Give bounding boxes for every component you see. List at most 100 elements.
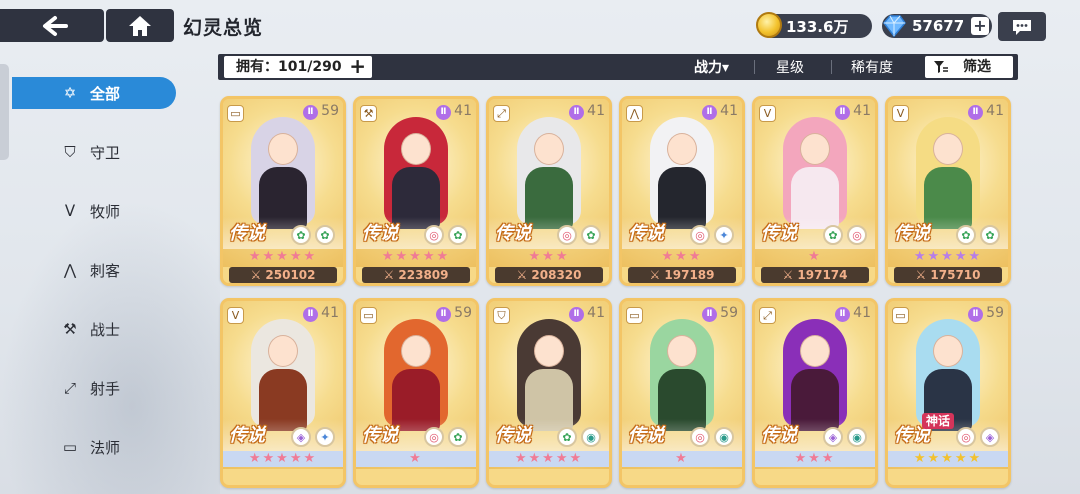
book-icon: ▭ — [62, 438, 78, 456]
bow-icon: ⤢ — [63, 379, 76, 397]
back-button[interactable] — [0, 9, 104, 42]
level-icon: Ⅱ — [835, 105, 850, 120]
sidebar-item-priest[interactable]: ᐯ 牧师 — [12, 195, 176, 227]
rarity-label: 传说 — [229, 425, 265, 446]
sidebar-item-label: 牧师 — [90, 202, 121, 221]
level-icon: Ⅱ — [569, 307, 584, 322]
hero-illustration — [777, 117, 853, 229]
star-rating: ★★★★★ — [381, 249, 451, 264]
hero-face — [800, 335, 830, 367]
star-rating: ★★★★★ — [888, 451, 1008, 467]
hero-card[interactable]: ▭ Ⅱ 59 传说 ◎ ✿ ★ — [353, 298, 479, 488]
star-rating: ★ — [356, 451, 476, 467]
fire-element-icon: ◎ — [690, 427, 710, 447]
hero-card[interactable]: ▭ Ⅱ 59 传说 ◎ ◉ ★ — [619, 298, 745, 488]
divider — [754, 60, 755, 74]
hero-face — [534, 335, 564, 367]
hero-level: 41 — [587, 103, 605, 119]
expand-slots-button[interactable]: + — [349, 56, 366, 77]
rarity-label: 传说 — [628, 223, 664, 244]
ice-element-icon: ✦ — [315, 427, 335, 447]
wind-element-icon: ✿ — [448, 225, 468, 245]
hero-level: 59 — [720, 305, 738, 321]
axe-icon: ⚒ — [63, 320, 77, 338]
water-element-icon: ◉ — [847, 427, 867, 447]
wind-element-icon: ✿ — [315, 225, 335, 245]
wind-element-icon: ✿ — [823, 225, 843, 245]
fire-element-icon: ◎ — [557, 225, 577, 245]
book-icon: ▭ — [227, 105, 244, 122]
sidebar-item-warrior[interactable]: ⚒ 战士 — [12, 313, 176, 345]
fire-element-icon: ◎ — [690, 225, 710, 245]
sidebar-item-label: 射手 — [90, 379, 121, 398]
combat-power: ⚔ 250102 — [229, 267, 337, 283]
sidebar-item-assassin[interactable]: ⋀ 刺客 — [12, 254, 176, 286]
hero-face — [933, 133, 963, 165]
sidebar-item-label: 全部 — [90, 84, 121, 103]
level-icon: Ⅱ — [436, 307, 451, 322]
hero-level: 41 — [986, 103, 1004, 119]
wind-element-icon: ✿ — [956, 225, 976, 245]
star-all-icon: ✡ — [63, 84, 77, 102]
hero-card[interactable]: ⋀ Ⅱ 41 传说 ◎ ✦ ★★★ ⚔ 197189 — [619, 96, 745, 286]
fire-element-icon: ◎ — [847, 225, 867, 245]
combat-power: ⚔ 223809 — [362, 267, 470, 283]
rarity-label: 传说 — [761, 425, 797, 446]
light-element-icon: ◈ — [980, 427, 1000, 447]
hero-card[interactable]: ⚒ Ⅱ 41 传说 ◎ ✿ ★★★★★ ⚔ 223809 — [353, 96, 479, 286]
sort-power-tab[interactable]: 战力▾ — [694, 57, 729, 77]
filter-button[interactable]: 筛选 — [925, 56, 1013, 78]
hero-face — [268, 133, 298, 165]
combat-power-value: 223809 — [398, 268, 449, 282]
hero-face — [667, 133, 697, 165]
hero-card[interactable]: ▭ Ⅱ 59 传说 ✿ ✿ ★★★★★ ⚔ 250102 — [220, 96, 346, 286]
sort-star-tab[interactable]: 星级 — [776, 57, 804, 77]
hero-card[interactable]: ᐯ Ⅱ 41 传说 ✿ ✿ ★★★★★ ⚔ 175710 — [885, 96, 1011, 286]
gold-counter: 133.6万 — [756, 12, 872, 38]
claw-icon: ⋀ — [63, 261, 77, 279]
bow-icon: ⤢ — [493, 105, 510, 122]
wind-element-icon: ✿ — [448, 427, 468, 447]
rarity-label: 传说 — [495, 425, 531, 446]
shield-icon: ⛉ — [493, 307, 510, 324]
page-title: 幻灵总览 — [183, 17, 264, 39]
crossed-swords-icon: ⚔ — [250, 268, 266, 282]
hero-level: 41 — [853, 103, 871, 119]
wind-element-icon: ✿ — [557, 427, 577, 447]
sidebar-item-mage[interactable]: ▭ 法师 — [12, 431, 176, 463]
ice-element-icon: ✦ — [714, 225, 734, 245]
sidebar-item-archer[interactable]: ⤢ 射手 — [12, 372, 176, 404]
chat-bubble-icon — [1013, 19, 1031, 35]
home-button[interactable] — [106, 9, 174, 42]
rarity-label: 传说 — [761, 223, 797, 244]
rarity-label: 传说 — [495, 223, 531, 244]
hero-card[interactable]: ⤢ Ⅱ 41 传说 ◈ ◉ ★★★ — [752, 298, 878, 488]
sidebar-item-all[interactable]: ✡ 全部 — [12, 77, 176, 109]
axe-icon: ⚒ — [360, 105, 377, 122]
hero-card[interactable]: ▭ Ⅱ 59 传说 神话 ◎ ◈ ★★★★★ — [885, 298, 1011, 488]
hero-face — [534, 133, 564, 165]
owned-label: 拥有：101/290 — [236, 59, 342, 75]
add-gems-button[interactable]: + — [971, 17, 989, 35]
owned-count[interactable]: 拥有：101/290 + — [224, 56, 372, 78]
hero-card-grid: ▭ Ⅱ 59 传说 ✿ ✿ ★★★★★ ⚔ 250102 ⚒ Ⅱ 41 传说 ◎ ✿ ★★★★★ ⚔ 2238… — [220, 96, 1020, 494]
hero-illustration — [378, 117, 454, 229]
water-element-icon: ◉ — [714, 427, 734, 447]
star-rating: ★★★ — [661, 249, 703, 264]
hero-card[interactable]: ⛉ Ⅱ 41 传说 ✿ ◉ ★★★★★ — [486, 298, 612, 488]
chat-button[interactable] — [998, 12, 1046, 41]
crossed-swords-icon: ⚔ — [383, 268, 399, 282]
fire-element-icon: ◎ — [424, 225, 444, 245]
hero-level: 59 — [321, 103, 339, 119]
hero-card[interactable]: ᐯ Ⅱ 41 传说 ◈ ✦ ★★★★★ — [220, 298, 346, 488]
gold-amount: 133.6万 — [786, 17, 849, 36]
hero-card[interactable]: ⤢ Ⅱ 41 传说 ◎ ✿ ★★★ ⚔ 208320 — [486, 96, 612, 286]
star-rating: ★★★★★ — [489, 451, 609, 467]
star-rating: ★★★ — [755, 451, 875, 467]
hero-card[interactable]: ᐯ Ⅱ 41 传说 ✿ ◎ ★ ⚔ 197174 — [752, 96, 878, 286]
filter-label: 筛选 — [963, 59, 991, 75]
sort-rarity-tab[interactable]: 稀有度 — [851, 57, 893, 77]
wing-icon: ᐯ — [892, 105, 909, 122]
bow-icon: ⤢ — [759, 307, 776, 324]
sidebar-item-guardian[interactable]: ⛉ 守卫 — [12, 136, 176, 168]
